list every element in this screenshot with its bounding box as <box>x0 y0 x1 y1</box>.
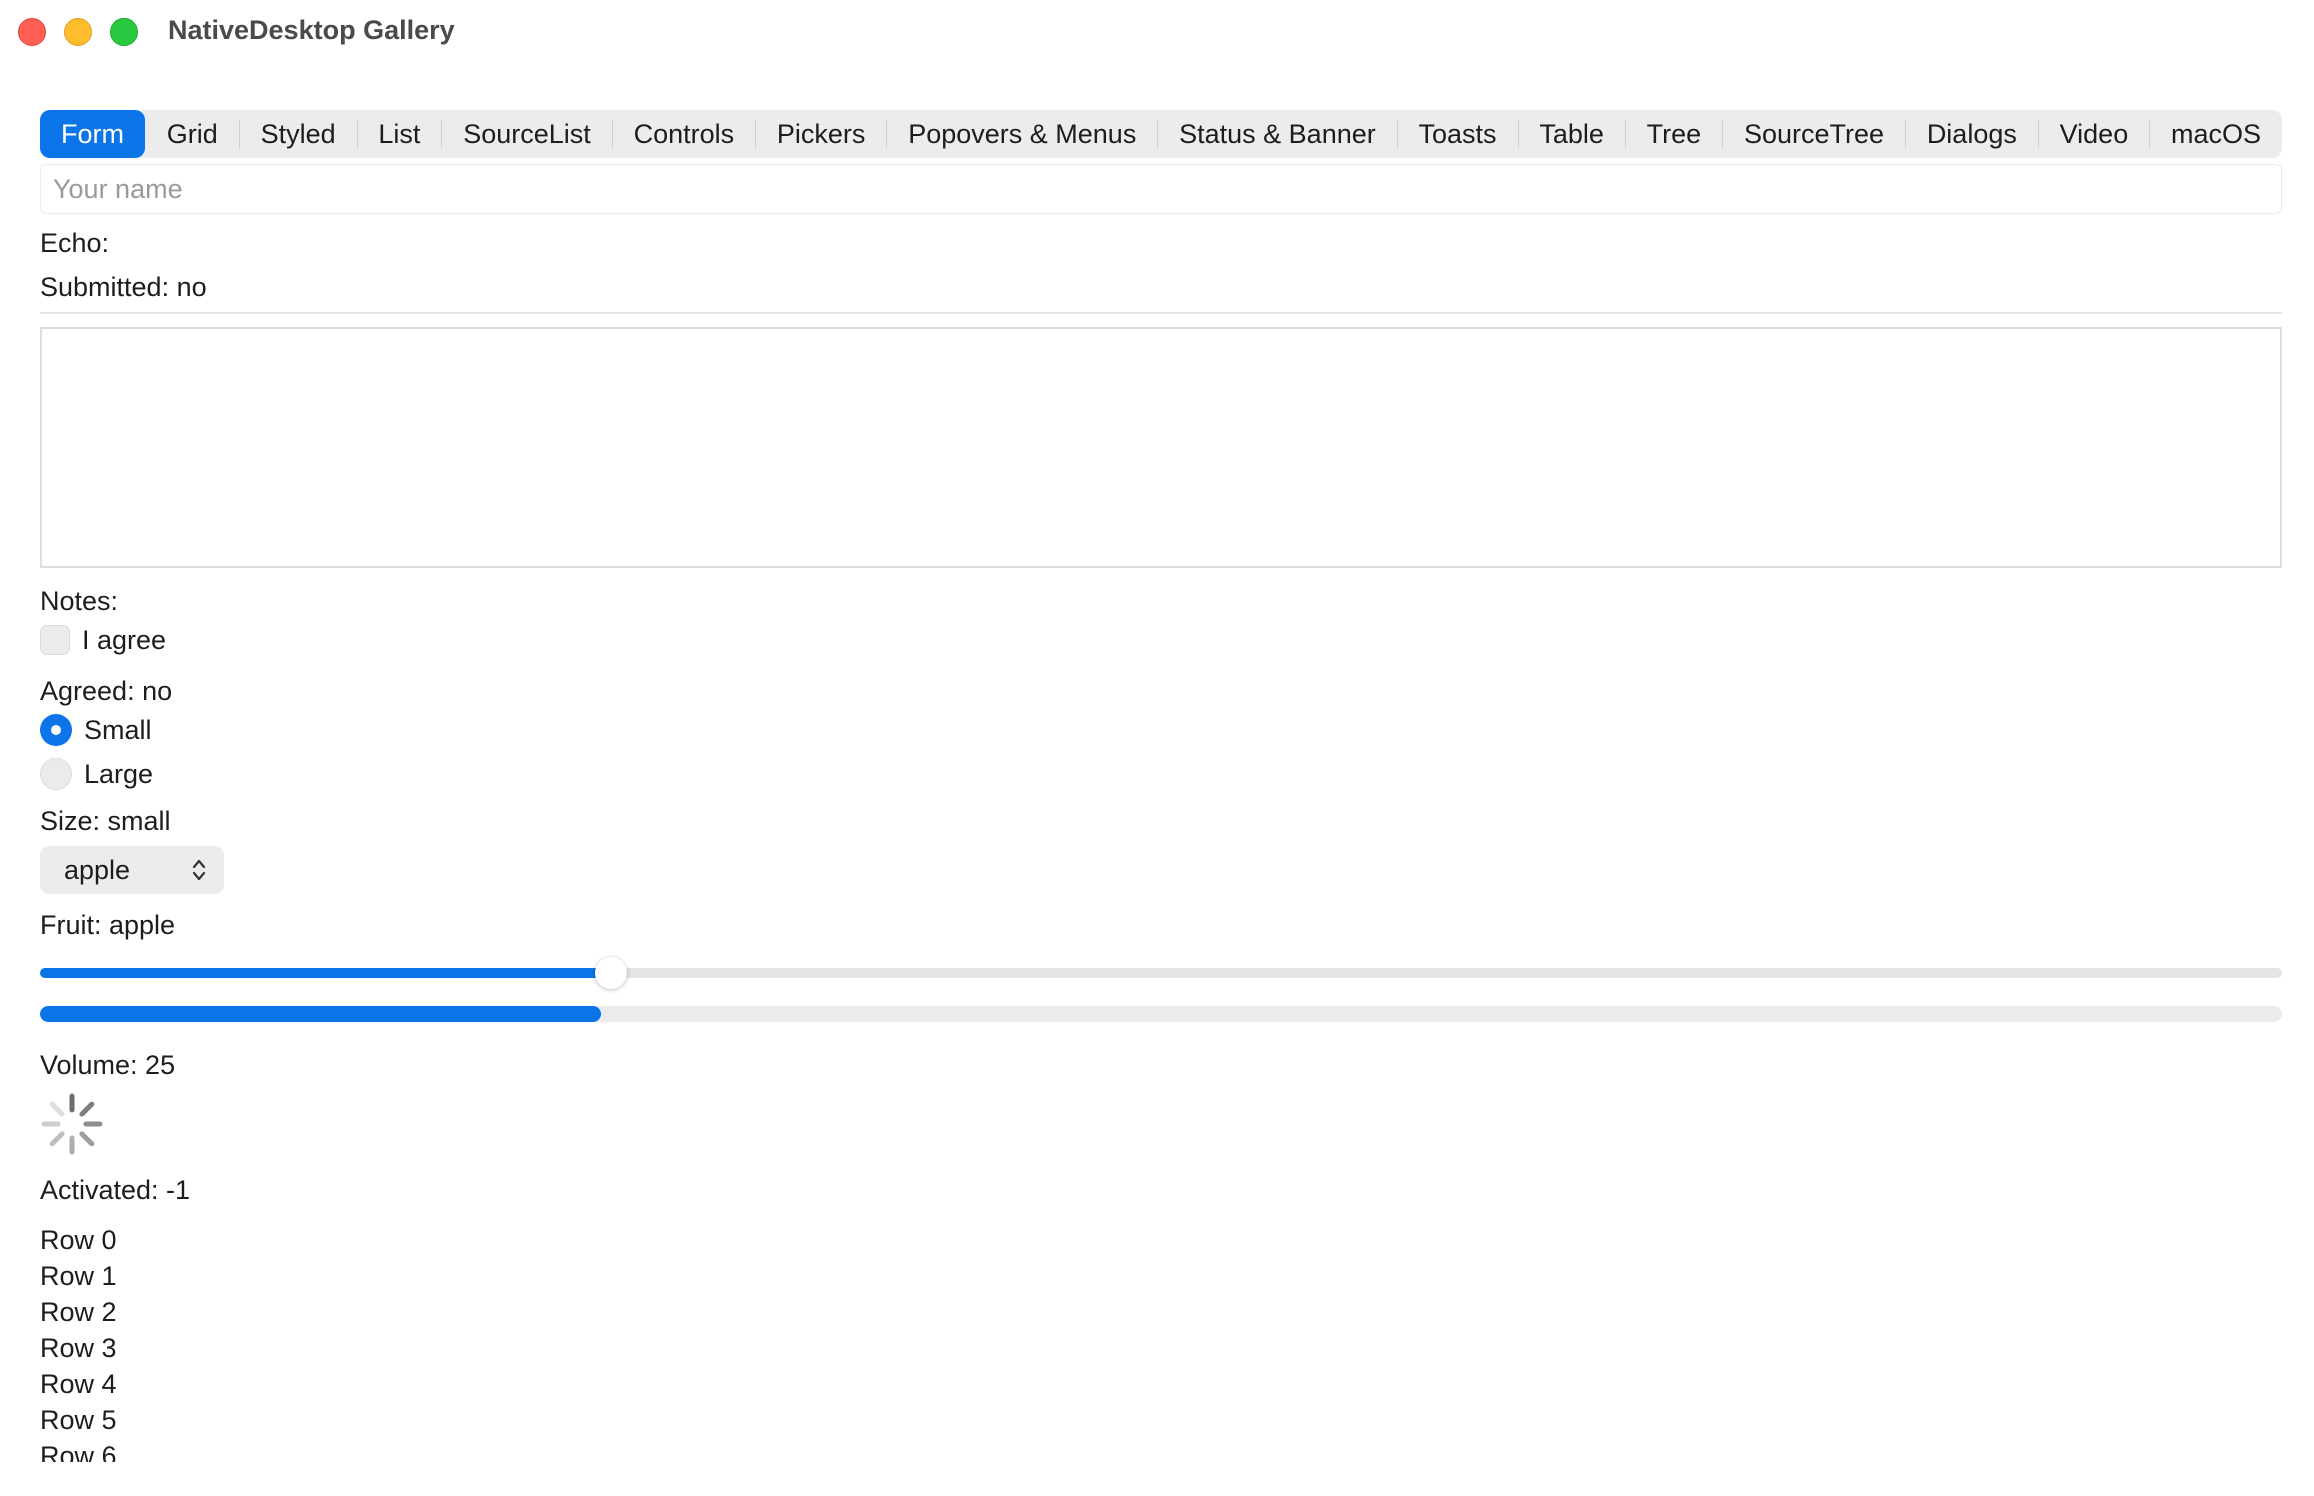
volume-slider[interactable] <box>40 954 2282 994</box>
window-title: NativeDesktop Gallery <box>168 15 455 45</box>
list-row[interactable]: Row 0 <box>40 1222 640 1258</box>
size-radio-large[interactable]: Large <box>40 758 153 790</box>
tab-styled[interactable]: Styled <box>240 110 357 158</box>
fruit-popup-value: apple <box>64 854 131 885</box>
radio-small[interactable] <box>40 714 72 746</box>
submitted-status: Submitted: no <box>40 272 207 302</box>
tab-status-banner[interactable]: Status & Banner <box>1158 110 1397 158</box>
radio-large[interactable] <box>40 758 72 790</box>
slider-fill <box>40 968 611 978</box>
tab-controls[interactable]: Controls <box>613 110 756 158</box>
fruit-popup-button[interactable]: apple <box>40 846 224 894</box>
agree-checkbox-row[interactable]: I agree <box>40 624 166 656</box>
agree-checkbox-label: I agree <box>82 624 167 655</box>
slider-knob[interactable] <box>594 957 627 989</box>
tab-sourcetree[interactable]: SourceTree <box>1723 110 1905 158</box>
name-input[interactable] <box>40 164 2282 214</box>
tab-sourcelist[interactable]: SourceList <box>442 110 612 158</box>
activity-spinner-icon <box>41 1093 103 1155</box>
size-radio-small[interactable]: Small <box>40 714 152 746</box>
size-status: Size: small <box>40 806 171 836</box>
tab-form[interactable]: Form <box>40 110 145 158</box>
tab-bar: Form Grid Styled List SourceList Controls Pick… <box>40 110 2282 158</box>
separator <box>40 312 2282 314</box>
radio-small-label: Small <box>84 714 152 745</box>
tab-toasts[interactable]: Toasts <box>1398 110 1518 158</box>
chevron-up-down-icon <box>192 859 206 881</box>
list-row[interactable]: Row 4 <box>40 1366 640 1402</box>
volume-status: Volume: 25 <box>40 1050 176 1080</box>
list-row[interactable]: Row 1 <box>40 1258 640 1294</box>
fruit-status: Fruit: apple <box>40 910 176 940</box>
tab-table[interactable]: Table <box>1518 110 1625 158</box>
notes-label: Notes: <box>40 586 119 616</box>
radio-large-label: Large <box>84 758 154 789</box>
tab-pickers[interactable]: Pickers <box>756 110 887 158</box>
maximize-window-button[interactable] <box>110 18 138 46</box>
spinner-spoke <box>49 1131 65 1147</box>
agreed-status: Agreed: no <box>40 676 173 706</box>
close-window-button[interactable] <box>18 18 46 46</box>
minimize-window-button[interactable] <box>64 18 92 46</box>
list-row[interactable]: Row 3 <box>40 1330 640 1366</box>
notes-textarea[interactable] <box>40 327 2282 568</box>
app-window: NativeDesktop Gallery Form Grid Styled List… <box>0 0 2314 1496</box>
volume-progress-bar <box>40 1006 2282 1022</box>
tab-tree[interactable]: Tree <box>1626 110 1723 158</box>
spinner-spoke <box>79 1131 95 1147</box>
list-row[interactable]: Row 6 <box>40 1438 640 1462</box>
tab-popovers-menus[interactable]: Popovers & Menus <box>887 110 1157 158</box>
spinner-spoke <box>79 1101 95 1117</box>
progress-fill <box>40 1006 601 1022</box>
row-list: Row 0 Row 1 Row 2 Row 3 Row 4 Row 5 Row 6 <box>40 1222 640 1462</box>
echo-label: Echo: <box>40 228 110 258</box>
spinner-spoke <box>49 1101 65 1117</box>
title-bar: NativeDesktop Gallery <box>0 0 2314 64</box>
tab-dialogs[interactable]: Dialogs <box>1906 110 2038 158</box>
tab-macos[interactable]: macOS <box>2150 110 2282 158</box>
list-row[interactable]: Row 2 <box>40 1294 640 1330</box>
tab-video[interactable]: Video <box>2039 110 2150 158</box>
list-row[interactable]: Row 5 <box>40 1402 640 1438</box>
tab-grid[interactable]: Grid <box>146 110 239 158</box>
agree-checkbox[interactable] <box>40 625 70 655</box>
activated-status: Activated: -1 <box>40 1175 191 1205</box>
tab-list[interactable]: List <box>357 110 441 158</box>
